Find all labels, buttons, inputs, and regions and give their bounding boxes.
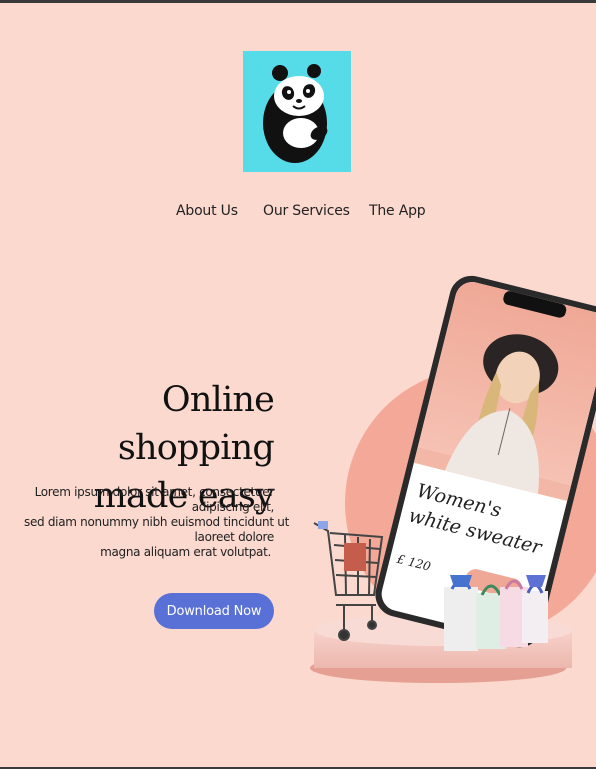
phone-shopping-illustration: £ 120 Women's white sweater: [300, 275, 596, 695]
nav-link-our-services[interactable]: Our Services: [263, 203, 350, 219]
nav-link-the-app[interactable]: The App: [369, 203, 426, 219]
hero-description-line: sed diam nonummy nibh euismod tincidunt …: [24, 515, 289, 529]
top-border: [0, 0, 596, 3]
hero-description-line: Lorem ipsum dolor sit amet, consectetuer: [34, 485, 275, 499]
hero-headline-line-1: Online shopping: [117, 380, 275, 468]
download-now-button[interactable]: Download Now: [154, 593, 274, 629]
hero-description: Lorem ipsum dolor sit amet, consectetuer…: [24, 485, 289, 560]
nav-link-about-us[interactable]: About Us: [176, 203, 238, 219]
main-nav: About Us Our Services The App: [0, 203, 596, 225]
hero-description-line: magna aliquam erat volutpat.: [100, 545, 271, 559]
hero-description-line: adipiscing elit,: [191, 500, 275, 514]
panda-logo-icon[interactable]: [243, 51, 351, 172]
hero-description-line: laoreet dolore: [194, 530, 275, 544]
